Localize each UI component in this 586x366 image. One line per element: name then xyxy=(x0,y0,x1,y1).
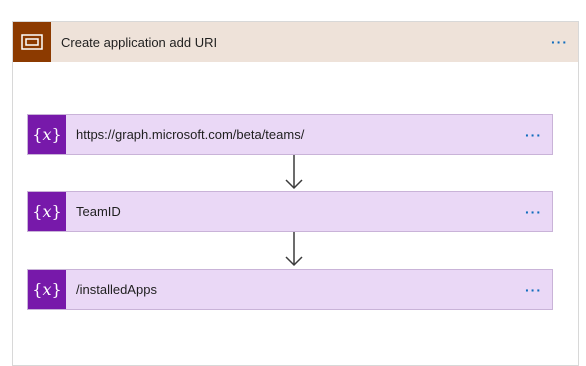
action-card-variable-1[interactable]: {x} https://graph.microsoft.com/beta/tea… xyxy=(27,114,553,155)
action-more-options-button[interactable]: ··· xyxy=(515,128,552,142)
action-title: /installedApps xyxy=(76,282,157,297)
action-more-options-button[interactable]: ··· xyxy=(515,283,552,297)
action-more-options-button[interactable]: ··· xyxy=(515,205,552,219)
scope-container: Create application add URI ··· {x} https… xyxy=(12,21,579,366)
action-card-variable-2[interactable]: {x} TeamID ··· xyxy=(27,191,553,232)
arrow-down-icon xyxy=(285,155,303,190)
scope-more-options-button[interactable]: ··· xyxy=(541,35,578,49)
variable-icon: {x} xyxy=(28,192,66,231)
action-title: TeamID xyxy=(76,204,121,219)
action-card-variable-3[interactable]: {x} /installedApps ··· xyxy=(27,269,553,310)
arrow-down-icon xyxy=(285,232,303,267)
action-title: https://graph.microsoft.com/beta/teams/ xyxy=(76,127,305,142)
scope-header[interactable]: Create application add URI ··· xyxy=(13,22,578,62)
scope-icon xyxy=(13,22,51,62)
scope-title: Create application add URI xyxy=(61,34,218,50)
variable-icon: {x} xyxy=(28,115,66,154)
variable-icon: {x} xyxy=(28,270,66,309)
